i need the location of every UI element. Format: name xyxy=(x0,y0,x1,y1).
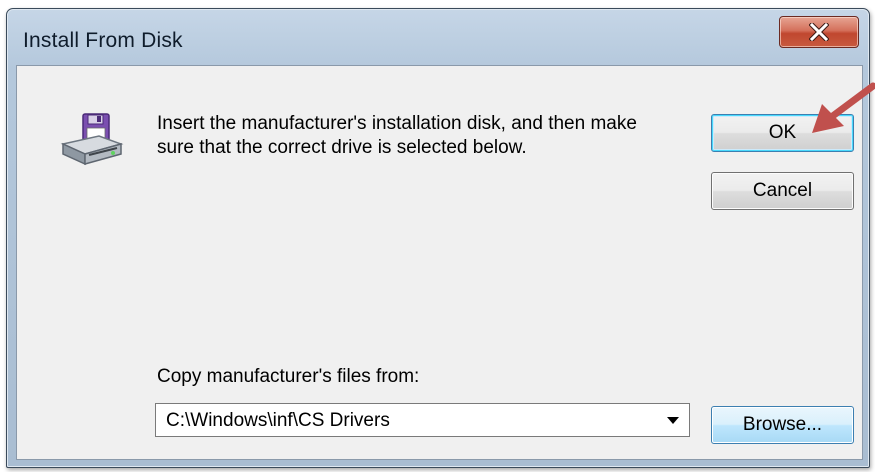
chevron-down-icon[interactable] xyxy=(667,417,679,424)
copy-from-label: Copy manufacturer's files from: xyxy=(157,366,420,387)
floppy-disk-icon xyxy=(59,112,125,170)
ok-button[interactable]: OK xyxy=(711,114,854,152)
window-title: Install From Disk xyxy=(23,29,183,52)
browse-button[interactable]: Browse... xyxy=(711,406,854,444)
path-value: C:\Windows\inf\CS Drivers xyxy=(166,410,390,431)
cancel-button[interactable]: Cancel xyxy=(711,172,854,210)
close-icon xyxy=(809,23,829,41)
path-combobox[interactable]: C:\Windows\inf\CS Drivers xyxy=(155,403,690,437)
close-button[interactable] xyxy=(779,16,859,48)
dialog-window: Install From Disk Insert the manufacture… xyxy=(6,8,870,468)
title-bar[interactable]: Install From Disk xyxy=(7,9,869,65)
instruction-text: Insert the manufacturer's installation d… xyxy=(157,113,637,158)
dialog-body: Insert the manufacturer's installation d… xyxy=(16,65,863,460)
